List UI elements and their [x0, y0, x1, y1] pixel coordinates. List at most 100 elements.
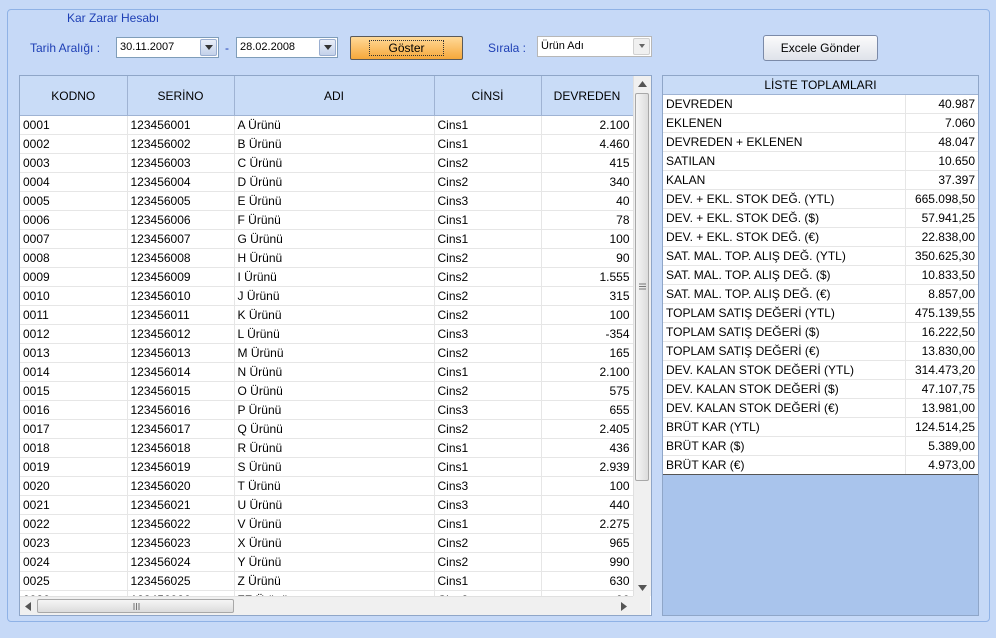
sort-select[interactable]: Ürün Adı — [537, 36, 652, 57]
table-cell[interactable]: 0009 — [20, 267, 128, 287]
table-cell[interactable]: Cins3 — [434, 324, 542, 344]
table-row[interactable]: 0024 123456024 Y Ürünü Cins2 990 — [20, 552, 633, 572]
table-cell[interactable]: 0014 — [20, 362, 128, 382]
table-cell[interactable]: 123456023 — [127, 533, 235, 553]
table-row[interactable]: 0004 123456004 D Ürünü Cins2 340 — [20, 172, 633, 192]
table-cell[interactable]: 0023 — [20, 533, 128, 553]
scroll-down-icon[interactable] — [638, 585, 647, 591]
table-cell[interactable]: Cins2 — [434, 533, 542, 553]
table-row[interactable]: 0014 123456014 N Ürünü Cins1 2.100 — [20, 362, 633, 382]
table-cell[interactable]: Cins2 — [434, 172, 542, 192]
table-cell[interactable]: 0004 — [20, 172, 128, 192]
table-cell[interactable]: Cins1 — [434, 438, 542, 458]
table-cell[interactable]: -354 — [541, 324, 633, 344]
table-cell[interactable]: E Ürünü — [234, 191, 435, 211]
table-cell[interactable]: 2.100 — [541, 362, 633, 382]
table-cell[interactable]: 2.275 — [541, 514, 633, 534]
column-header[interactable]: CİNSİ — [434, 76, 542, 116]
table-cell[interactable]: A Ürünü — [234, 115, 435, 135]
vertical-scrollbar[interactable] — [633, 76, 651, 596]
table-cell[interactable]: 123456013 — [127, 343, 235, 363]
table-cell[interactable]: 0010 — [20, 286, 128, 306]
table-cell[interactable]: J Ürünü — [234, 286, 435, 306]
table-row[interactable]: 0012 123456012 L Ürünü Cins3 -354 — [20, 324, 633, 344]
scroll-left-icon[interactable] — [25, 602, 31, 611]
table-cell[interactable]: Cins1 — [434, 457, 542, 477]
table-row[interactable]: 0025 123456025 Z Ürünü Cins1 630 — [20, 571, 633, 591]
table-cell[interactable]: Q Ürünü — [234, 419, 435, 439]
table-cell[interactable]: 123456006 — [127, 210, 235, 230]
table-cell[interactable]: Cins2 — [434, 381, 542, 401]
table-cell[interactable]: Y Ürünü — [234, 552, 435, 572]
table-row[interactable]: 0009 123456009 I Ürünü Cins2 1.555 — [20, 267, 633, 287]
table-cell[interactable]: 123456011 — [127, 305, 235, 325]
table-cell[interactable]: 2.100 — [541, 115, 633, 135]
column-header[interactable]: SERİNO — [127, 76, 235, 116]
table-cell[interactable]: 0005 — [20, 191, 128, 211]
table-row[interactable]: 0021 123456021 U Ürünü Cins3 440 — [20, 495, 633, 515]
table-cell[interactable]: Cins3 — [434, 476, 542, 496]
table-cell[interactable]: 0020 — [20, 476, 128, 496]
table-cell[interactable]: 0024 — [20, 552, 128, 572]
table-cell[interactable]: 0008 — [20, 248, 128, 268]
table-cell[interactable]: 123456001 — [127, 115, 235, 135]
table-cell[interactable]: 0015 — [20, 381, 128, 401]
table-cell[interactable]: O Ürünü — [234, 381, 435, 401]
table-row[interactable]: 0018 123456018 R Ürünü Cins1 436 — [20, 438, 633, 458]
table-row[interactable]: 0008 123456008 H Ürünü Cins2 90 — [20, 248, 633, 268]
table-cell[interactable]: 123456005 — [127, 191, 235, 211]
excel-export-button[interactable]: Excele Gönder — [763, 35, 878, 61]
table-cell[interactable]: Cins1 — [434, 115, 542, 135]
table-row[interactable]: 0006 123456006 F Ürünü Cins1 78 — [20, 210, 633, 230]
table-row[interactable]: 0013 123456013 M Ürünü Cins2 165 — [20, 343, 633, 363]
table-cell[interactable]: 436 — [541, 438, 633, 458]
table-cell[interactable]: 0016 — [20, 400, 128, 420]
table-cell[interactable]: 0019 — [20, 457, 128, 477]
table-cell[interactable]: 123456018 — [127, 438, 235, 458]
chevron-down-icon[interactable] — [633, 38, 650, 55]
chevron-down-icon[interactable] — [200, 39, 217, 56]
table-cell[interactable]: 123456012 — [127, 324, 235, 344]
table-row[interactable]: 0002 123456002 B Ürünü Cins1 4.460 — [20, 134, 633, 154]
table-cell[interactable]: Cins2 — [434, 286, 542, 306]
scroll-right-icon[interactable] — [621, 602, 627, 611]
column-header[interactable]: ADI — [234, 76, 435, 116]
column-header[interactable]: KODNO — [20, 76, 128, 116]
table-cell[interactable]: T Ürünü — [234, 476, 435, 496]
table-row[interactable]: 0001 123456001 A Ürünü Cins1 2.100 — [20, 115, 633, 135]
table-cell[interactable]: B Ürünü — [234, 134, 435, 154]
table-cell[interactable]: 340 — [541, 172, 633, 192]
table-cell[interactable]: 78 — [541, 210, 633, 230]
table-cell[interactable]: 1.555 — [541, 267, 633, 287]
table-cell[interactable]: 0012 — [20, 324, 128, 344]
table-cell[interactable]: 965 — [541, 533, 633, 553]
start-date-picker[interactable]: 30.11.2007 — [116, 37, 219, 58]
table-cell[interactable]: G Ürünü — [234, 229, 435, 249]
table-cell[interactable]: Cins1 — [434, 229, 542, 249]
table-row[interactable]: 0020 123456020 T Ürünü Cins3 100 — [20, 476, 633, 496]
table-cell[interactable]: 0018 — [20, 438, 128, 458]
table-cell[interactable]: 100 — [541, 305, 633, 325]
table-cell[interactable]: 123456024 — [127, 552, 235, 572]
table-cell[interactable]: 0001 — [20, 115, 128, 135]
table-cell[interactable]: 123456020 — [127, 476, 235, 496]
horizontal-scroll-thumb[interactable] — [37, 599, 234, 613]
table-cell[interactable]: Cins3 — [434, 400, 542, 420]
table-cell[interactable]: I Ürünü — [234, 267, 435, 287]
vertical-scroll-thumb[interactable] — [635, 93, 649, 481]
table-cell[interactable]: 0017 — [20, 419, 128, 439]
table-row[interactable]: 0017 123456017 Q Ürünü Cins2 2.405 — [20, 419, 633, 439]
table-cell[interactable]: 630 — [541, 571, 633, 591]
table-cell[interactable]: 655 — [541, 400, 633, 420]
table-cell[interactable]: K Ürünü — [234, 305, 435, 325]
table-cell[interactable]: Cins2 — [434, 552, 542, 572]
table-cell[interactable]: Cins2 — [434, 343, 542, 363]
table-cell[interactable]: 123456016 — [127, 400, 235, 420]
table-cell[interactable]: 0006 — [20, 210, 128, 230]
table-cell[interactable]: 0011 — [20, 305, 128, 325]
table-cell[interactable]: 123456021 — [127, 495, 235, 515]
table-row[interactable]: 0023 123456023 X Ürünü Cins2 965 — [20, 533, 633, 553]
table-cell[interactable]: 100 — [541, 476, 633, 496]
table-cell[interactable]: 315 — [541, 286, 633, 306]
table-cell[interactable]: 0021 — [20, 495, 128, 515]
